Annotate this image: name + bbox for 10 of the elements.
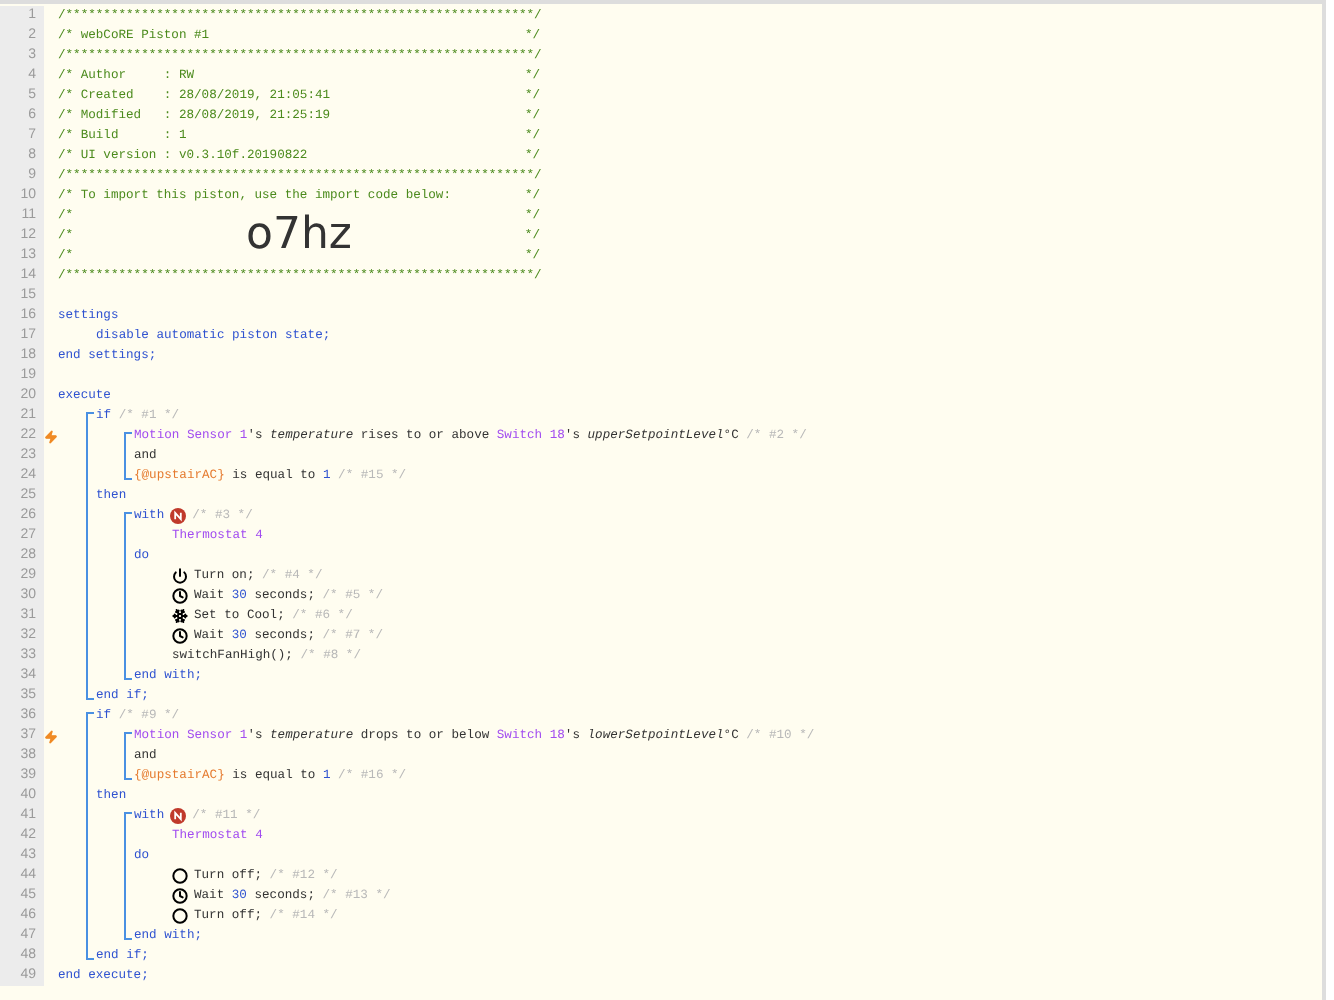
import-code: o7hz [246, 214, 352, 258]
clock-icon [172, 588, 188, 604]
clock-icon [172, 628, 188, 644]
clock-icon [172, 888, 188, 904]
power-icon [172, 568, 188, 584]
status-icon [170, 808, 187, 824]
snowflake-icon [172, 608, 188, 624]
circle-icon [172, 908, 188, 924]
status-icon [170, 508, 187, 524]
circle-icon [172, 868, 188, 884]
